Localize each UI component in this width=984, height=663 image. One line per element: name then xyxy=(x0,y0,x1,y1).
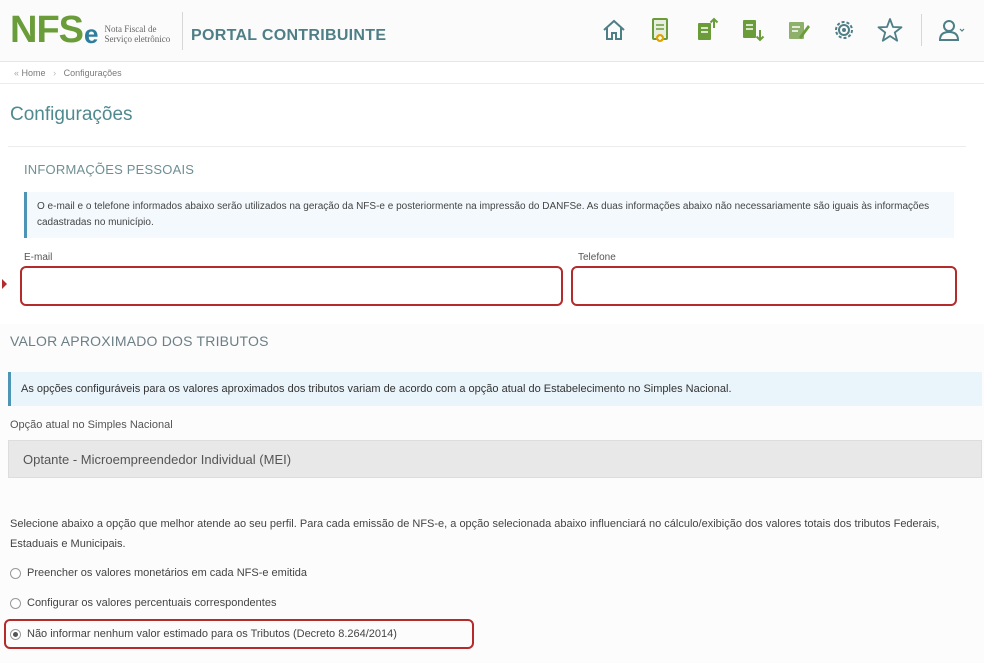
email-field[interactable] xyxy=(20,266,563,306)
radio-option-percentual[interactable]: Configurar os valores percentuais corres… xyxy=(10,597,276,609)
taxes-description: Selecione abaixo a opção que melhor aten… xyxy=(10,518,940,550)
logo-subtitle-line1: Nota Fiscal de xyxy=(104,24,157,34)
top-nav xyxy=(585,10,968,50)
invoice-add-icon[interactable] xyxy=(643,13,677,47)
radio-button[interactable] xyxy=(10,597,21,609)
breadcrumb-current: Configurações xyxy=(63,68,122,78)
taxes-info-notice: As opções configuráveis para os valores … xyxy=(8,372,982,406)
breadcrumb-separator: › xyxy=(53,68,57,78)
radio-label[interactable]: Não informar nenhum valor estimado para … xyxy=(27,628,397,640)
radio-option-no-estimate[interactable]: Não informar nenhum valor estimado para … xyxy=(10,628,397,640)
invoice-download-icon[interactable] xyxy=(735,13,769,47)
taxes-title: VALOR APROXIMADO DOS TRIBUTOS xyxy=(10,333,269,349)
personal-info-notice: O e-mail e o telefone informados abaixo … xyxy=(24,192,954,238)
star-icon[interactable] xyxy=(873,13,907,47)
radio-label[interactable]: Preencher os valores monetários em cada … xyxy=(27,567,307,579)
nav-divider xyxy=(921,14,922,46)
simples-value-field: Optante - Microempreendedor Individual (… xyxy=(8,440,982,478)
home-icon[interactable] xyxy=(597,13,631,47)
gear-icon[interactable] xyxy=(827,13,861,47)
radio-option-monetary[interactable]: Preencher os valores monetários em cada … xyxy=(10,567,307,579)
personal-info-title: INFORMAÇÕES PESSOAIS xyxy=(24,162,195,177)
simples-label: Opção atual no Simples Nacional xyxy=(10,419,173,431)
user-icon[interactable] xyxy=(934,13,968,47)
logo-subtitle: Nota Fiscal de Serviço eletrônico xyxy=(104,24,170,44)
radio-button-checked[interactable] xyxy=(10,628,21,640)
logo-nfs-text: NFS xyxy=(10,8,84,51)
email-label: E-mail xyxy=(24,252,53,263)
logo-divider xyxy=(182,12,183,50)
logo-e-text: e xyxy=(84,18,99,49)
phone-label: Telefone xyxy=(578,252,616,263)
breadcrumb-home-icon[interactable]: « xyxy=(14,68,19,78)
app-header: NFS e Nota Fiscal de Serviço eletrônico … xyxy=(0,0,984,62)
page-title: Configurações xyxy=(10,104,133,125)
edit-document-icon[interactable] xyxy=(781,13,815,47)
invoice-upload-icon[interactable] xyxy=(689,13,723,47)
nfse-logo[interactable]: NFS e Nota Fiscal de Serviço eletrônico xyxy=(10,8,170,52)
portal-title: PORTAL CONTRIBUINTE xyxy=(191,27,387,44)
email-marker-arrow xyxy=(2,279,7,289)
radio-button[interactable] xyxy=(10,567,21,579)
breadcrumb: « Home › Configurações xyxy=(0,62,984,84)
phone-field[interactable] xyxy=(571,266,957,306)
radio-label[interactable]: Configurar os valores percentuais corres… xyxy=(27,597,276,609)
logo-subtitle-line2: Serviço eletrônico xyxy=(104,34,171,44)
breadcrumb-home[interactable]: Home xyxy=(22,68,46,78)
